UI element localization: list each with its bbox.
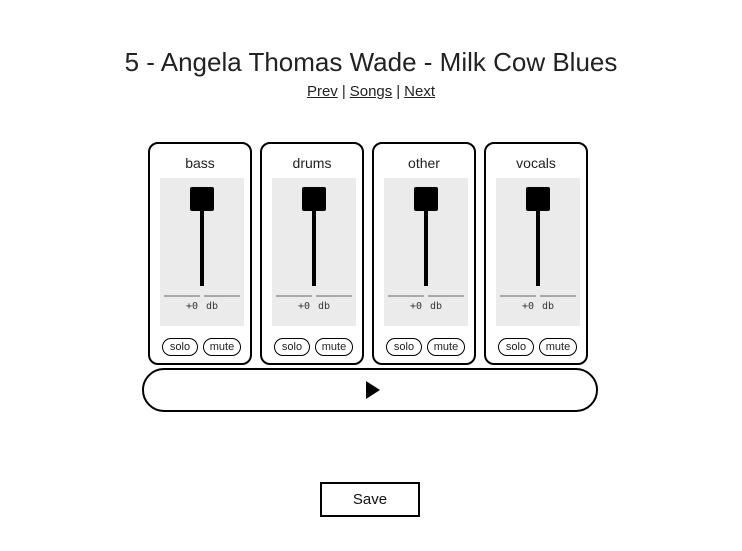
page-title: 5 - Angela Thomas Wade - Milk Cow Blues bbox=[124, 47, 618, 77]
save-button[interactable]: Save bbox=[320, 482, 420, 517]
level-meter-right bbox=[316, 295, 352, 297]
mute-button[interactable]: mute bbox=[315, 338, 353, 356]
level-meter-right bbox=[204, 295, 240, 297]
fader-handle[interactable] bbox=[190, 187, 214, 211]
gain-readout: +0 db bbox=[496, 301, 580, 312]
channel-label: drums bbox=[292, 155, 332, 171]
nav-separator: | bbox=[396, 83, 401, 100]
volume-fader[interactable]: +0 db bbox=[272, 178, 356, 326]
gain-unit: db bbox=[318, 301, 331, 312]
song-navigation: Prev | Songs | Next bbox=[0, 82, 742, 102]
volume-fader[interactable]: +0 db bbox=[160, 178, 244, 326]
channel-strip-vocals: vocals +0 db solo mute bbox=[484, 142, 588, 365]
fader-track bbox=[312, 198, 316, 286]
level-meter-right bbox=[540, 295, 576, 297]
play-button[interactable] bbox=[142, 368, 598, 412]
channel-label: bass bbox=[185, 155, 215, 171]
channel-strip-other: other +0 db solo mute bbox=[372, 142, 476, 365]
volume-fader[interactable]: +0 db bbox=[496, 178, 580, 326]
fader-handle[interactable] bbox=[414, 187, 438, 211]
channel-label: vocals bbox=[516, 155, 556, 171]
gain-unit: db bbox=[430, 301, 443, 312]
gain-value: +0 bbox=[297, 301, 310, 312]
gain-value: +0 bbox=[521, 301, 534, 312]
gain-unit: db bbox=[542, 301, 555, 312]
level-meter-left bbox=[500, 295, 536, 297]
solo-button[interactable]: solo bbox=[274, 338, 310, 356]
solo-button[interactable]: solo bbox=[498, 338, 534, 356]
nav-separator: | bbox=[341, 83, 346, 100]
next-link[interactable]: Next bbox=[404, 83, 435, 100]
fader-track bbox=[200, 198, 204, 286]
volume-fader[interactable]: +0 db bbox=[384, 178, 468, 326]
solo-button[interactable]: solo bbox=[162, 338, 198, 356]
mute-button[interactable]: mute bbox=[203, 338, 241, 356]
gain-value: +0 bbox=[185, 301, 198, 312]
fader-track bbox=[536, 198, 540, 286]
mute-button[interactable]: mute bbox=[427, 338, 465, 356]
level-meter-left bbox=[164, 295, 200, 297]
channel-label: other bbox=[408, 155, 440, 171]
fader-handle[interactable] bbox=[526, 187, 550, 211]
play-icon bbox=[366, 381, 380, 399]
gain-readout: +0 db bbox=[384, 301, 468, 312]
gain-readout: +0 db bbox=[272, 301, 356, 312]
fader-track bbox=[424, 198, 428, 286]
gain-value: +0 bbox=[409, 301, 422, 312]
prev-link[interactable]: Prev bbox=[307, 83, 338, 100]
mute-button[interactable]: mute bbox=[539, 338, 577, 356]
fader-handle[interactable] bbox=[302, 187, 326, 211]
gain-unit: db bbox=[206, 301, 219, 312]
level-meter-left bbox=[388, 295, 424, 297]
channel-strip-bass: bass +0 db solo mute bbox=[148, 142, 252, 365]
level-meter-right bbox=[428, 295, 464, 297]
channel-strip-drums: drums +0 db solo mute bbox=[260, 142, 364, 365]
songs-link[interactable]: Songs bbox=[350, 83, 393, 100]
solo-button[interactable]: solo bbox=[386, 338, 422, 356]
level-meter-left bbox=[276, 295, 312, 297]
gain-readout: +0 db bbox=[160, 301, 244, 312]
